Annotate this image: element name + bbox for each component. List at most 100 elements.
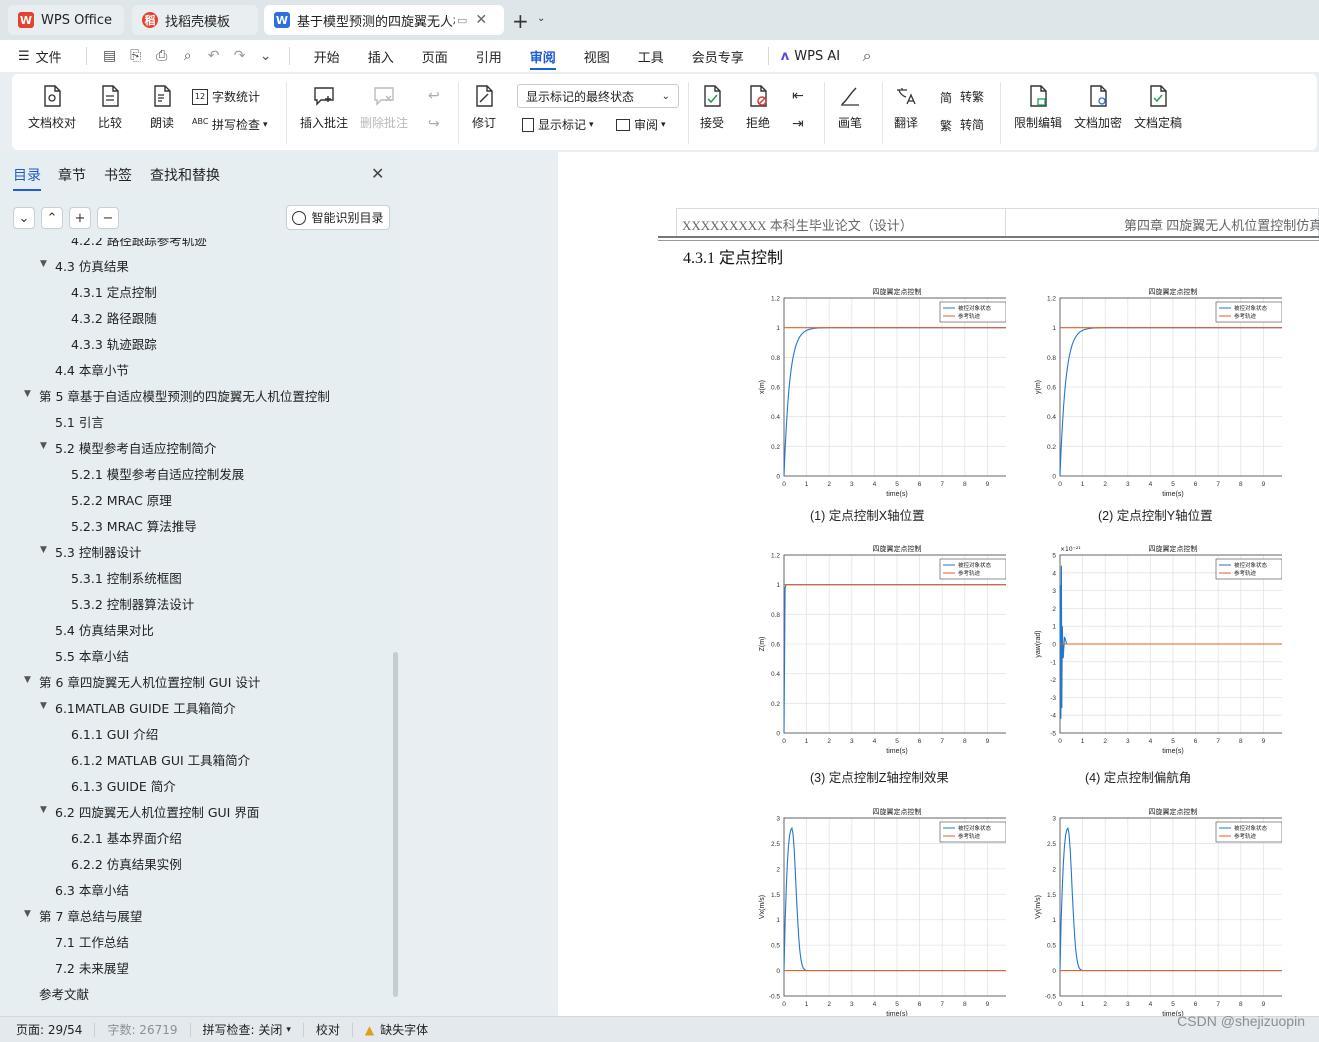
word-count-button[interactable]: 12 字数统计 xyxy=(192,88,260,105)
toc-expand-arrow-icon[interactable]: ▼ xyxy=(24,675,31,685)
pen-button[interactable]: 画笔 xyxy=(838,84,862,131)
spell-check-indicator[interactable]: 拼写检查: 关闭 ▾ xyxy=(191,1021,303,1038)
next-comment-icon[interactable]: ↪ xyxy=(428,116,440,132)
close-pane-icon[interactable]: ✕ xyxy=(371,164,384,183)
toc-item[interactable]: 5.4 仿真结果对比 xyxy=(55,620,154,639)
to-simplified-button[interactable]: 繁 转简 xyxy=(940,116,984,133)
toc-item[interactable]: 6.1.2 MATLAB GUI 工具箱简介 xyxy=(71,750,250,769)
toc-item[interactable]: 4.4 本章小节 xyxy=(55,360,129,379)
prev-comment-icon[interactable]: ↩ xyxy=(428,88,440,104)
accept-button[interactable]: 接受 xyxy=(700,84,724,131)
missing-font-indicator[interactable]: ▲ 缺失字体 xyxy=(353,1021,440,1038)
nav-tab-bookmark[interactable]: 书签 xyxy=(104,165,132,185)
track-changes-button[interactable]: 修订 xyxy=(472,84,496,131)
toc-item[interactable]: 5.3.1 控制系统框图 xyxy=(71,568,182,587)
toc-item[interactable]: 5.3.2 控制器算法设计 xyxy=(71,594,194,613)
tab-template[interactable]: 稻 找稻壳模板 xyxy=(132,5,258,35)
toc-expand-arrow-icon[interactable]: ▼ xyxy=(24,389,31,399)
toc-item[interactable]: 4.3 仿真结果 xyxy=(55,256,129,275)
redo-icon[interactable]: ↷ xyxy=(227,43,253,69)
tab-wps-office[interactable]: W WPS Office xyxy=(8,5,124,35)
wps-ai-button[interactable]: ʌ WPS AI xyxy=(779,40,854,72)
toc-item[interactable]: 6.2 四旋翼无人机位置控制 GUI 界面 xyxy=(55,802,259,821)
close-tab-icon[interactable]: ✕ xyxy=(475,12,487,28)
spell-check-button[interactable]: ABC 拼写检查 ▾ xyxy=(192,116,268,133)
save-icon[interactable]: ▤ xyxy=(97,43,123,69)
proofread-indicator[interactable]: 校对 xyxy=(304,1021,352,1038)
compare-button[interactable]: 比较 xyxy=(98,84,122,131)
more-chevron-icon[interactable]: ⌄ xyxy=(253,43,279,69)
toc-item[interactable]: 7.1 工作总结 xyxy=(55,932,129,951)
toc-expand-arrow-icon[interactable]: ▼ xyxy=(40,441,47,451)
menu-insert[interactable]: 插入 xyxy=(354,40,408,72)
export-icon[interactable]: ⎘ xyxy=(123,43,149,69)
toc-item[interactable]: 第 5 章基于自适应模型预测的四旋翼无人机位置控制 xyxy=(39,386,330,405)
toc-item[interactable]: 5.1 引言 xyxy=(55,412,104,431)
toc-item[interactable]: 5.2 模型参考自适应控制简介 xyxy=(55,438,216,457)
expand-chevron-up-icon[interactable]: ⌃ xyxy=(41,207,63,229)
nav-tab-chapter[interactable]: 章节 xyxy=(58,165,86,185)
word-count-indicator[interactable]: 字数: 26719 xyxy=(95,1021,189,1038)
toc-item[interactable]: 4.3.3 轨迹跟踪 xyxy=(71,334,157,353)
menu-member[interactable]: 会员专享 xyxy=(678,40,758,72)
menu-view[interactable]: 视图 xyxy=(570,40,624,72)
toc-item[interactable]: 第 6 章四旋翼无人机位置控制 GUI 设计 xyxy=(39,672,260,691)
toc-item[interactable]: 4.2.2 路径跟踪参考轨迹 xyxy=(71,238,207,249)
toc-item[interactable]: 5.3 控制器设计 xyxy=(55,542,141,561)
new-tab-button[interactable]: + xyxy=(512,9,529,33)
print-preview-icon[interactable]: ⌕ xyxy=(175,43,201,69)
toc-item[interactable]: 6.1.1 GUI 介绍 xyxy=(71,724,158,743)
toc-item[interactable]: 6.2.1 基本界面介绍 xyxy=(71,828,182,847)
toc-item[interactable]: 5.2.2 MRAC 原理 xyxy=(71,490,172,509)
prev-change-icon[interactable]: ⇤ xyxy=(792,88,804,104)
add-heading-icon[interactable]: + xyxy=(69,207,91,229)
search-icon[interactable]: ⌕ xyxy=(854,43,880,69)
delete-comment-button[interactable]: 删除批注 xyxy=(360,84,408,131)
undo-icon[interactable]: ↶ xyxy=(201,43,227,69)
menu-tools[interactable]: 工具 xyxy=(624,40,678,72)
toc-expand-arrow-icon[interactable]: ▼ xyxy=(40,545,47,555)
to-traditional-button[interactable]: 简 转繁 xyxy=(940,88,984,105)
toc-item[interactable]: 4.3.2 路径跟随 xyxy=(71,308,157,327)
toc-item[interactable]: 参考文献 xyxy=(39,984,89,1003)
translate-button[interactable]: 翻译 xyxy=(894,84,918,131)
toc-item[interactable]: 第 7 章总结与展望 xyxy=(39,906,142,925)
doc-check-button[interactable]: 文档校对 xyxy=(28,84,76,131)
page-indicator[interactable]: 页面: 29/54 xyxy=(0,1021,94,1038)
toc-item[interactable]: 6.2.2 仿真结果实例 xyxy=(71,854,182,873)
tab-list-chevron-icon[interactable]: ⌄ xyxy=(537,13,545,24)
read-aloud-button[interactable]: 朗读 xyxy=(150,84,174,131)
menu-page[interactable]: 页面 xyxy=(408,40,462,72)
collapse-chevron-down-icon[interactable]: ⌄ xyxy=(13,207,35,229)
tab-document[interactable]: W 基于模型预测的四旋翼无人机位 ▭ ✕ xyxy=(264,5,504,35)
encrypt-button[interactable]: 文档加密 xyxy=(1074,84,1122,131)
toc-item[interactable]: 5.5 本章小结 xyxy=(55,646,129,665)
reject-button[interactable]: 拒绝 xyxy=(746,84,770,131)
smart-toc-button[interactable]: 智能识别目录 xyxy=(286,205,390,230)
file-menu[interactable]: ☰ 文件 xyxy=(0,40,76,72)
toc-expand-arrow-icon[interactable]: ▼ xyxy=(40,701,47,711)
toc-item[interactable]: 5.2.3 MRAC 算法推导 xyxy=(71,516,197,535)
toc-item[interactable]: 5.2.1 模型参考自适应控制发展 xyxy=(71,464,244,483)
print-icon[interactable]: ⎙ xyxy=(149,43,175,69)
menu-review[interactable]: 审阅 xyxy=(516,40,570,72)
toc-item[interactable]: 7.2 未来展望 xyxy=(55,958,129,977)
toc-expand-arrow-icon[interactable]: ▼ xyxy=(40,805,47,815)
toc-item[interactable]: 6.1.3 GUIDE 简介 xyxy=(71,776,176,795)
review-pane-button[interactable]: 审阅 ▾ xyxy=(616,116,666,133)
nav-scrollbar[interactable] xyxy=(393,652,398,997)
finalize-button[interactable]: 文档定稿 xyxy=(1134,84,1182,131)
toc-item[interactable]: 4.3.1 定点控制 xyxy=(71,282,157,301)
show-markup-button[interactable]: 显示标记 ▾ xyxy=(522,116,594,133)
toc-item[interactable]: 6.1MATLAB GUIDE 工具箱简介 xyxy=(55,698,236,717)
toc-item[interactable]: 6.3 本章小结 xyxy=(55,880,129,899)
remove-heading-icon[interactable]: − xyxy=(97,207,119,229)
nav-tab-find-replace[interactable]: 查找和替换 xyxy=(150,165,220,185)
toc-expand-arrow-icon[interactable]: ▼ xyxy=(40,259,47,269)
restrict-edit-button[interactable]: 限制编辑 xyxy=(1014,84,1062,131)
menu-reference[interactable]: 引用 xyxy=(462,40,516,72)
next-change-icon[interactable]: ⇥ xyxy=(792,116,804,132)
toc-expand-arrow-icon[interactable]: ▼ xyxy=(24,909,31,919)
document-page[interactable]: XXXXXXXXX 本科生毕业论文（设计） 第四章 四旋翼无人机位置控制仿真 4… xyxy=(558,152,1319,1016)
markup-state-select[interactable]: 显示标记的最终状态 ⌄ xyxy=(517,84,679,108)
